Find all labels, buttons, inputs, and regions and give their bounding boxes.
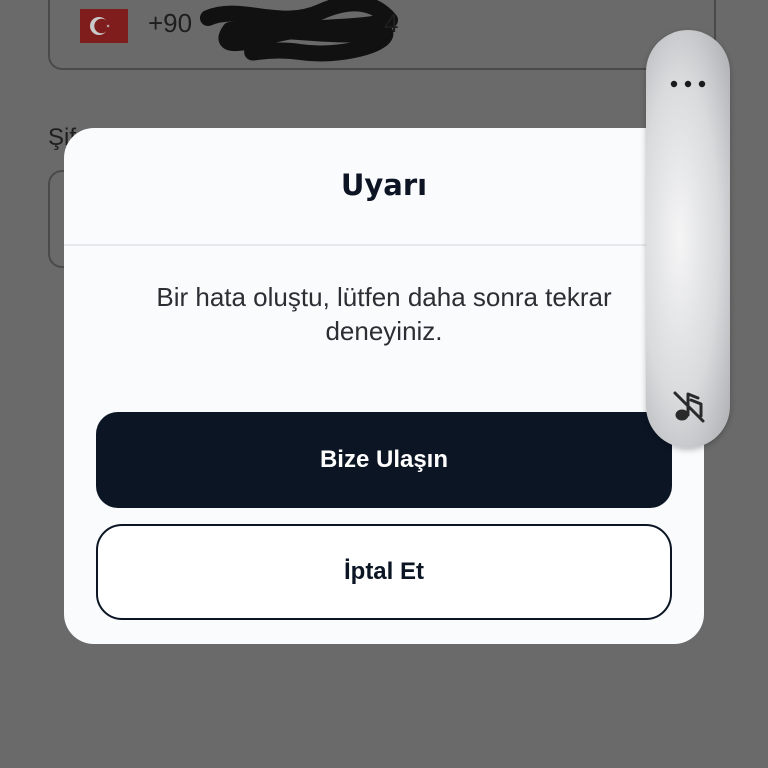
turkey-flag-icon	[80, 9, 128, 43]
redaction-scribble	[200, 0, 398, 62]
cancel-button[interactable]: İptal Et	[96, 524, 672, 620]
floating-side-panel[interactable]	[646, 30, 730, 448]
contact-us-button[interactable]: Bize Ulaşın	[96, 412, 672, 508]
screen: +90 4 Şif Uyarı Bir hata oluştu, lütfen …	[0, 0, 768, 768]
music-off-icon[interactable]	[670, 388, 708, 426]
contact-us-button-label: Bize Ulaşın	[319, 446, 449, 473]
more-horizontal-icon[interactable]	[646, 74, 730, 94]
dialog-divider	[64, 244, 704, 246]
cancel-button-label: İptal Et	[343, 558, 424, 585]
dialog-message: Bir hata oluştu, lütfen daha sonra tekra…	[156, 282, 612, 346]
phone-trailing-digit: 4	[384, 8, 399, 38]
phone-country-code: +90	[148, 8, 193, 38]
